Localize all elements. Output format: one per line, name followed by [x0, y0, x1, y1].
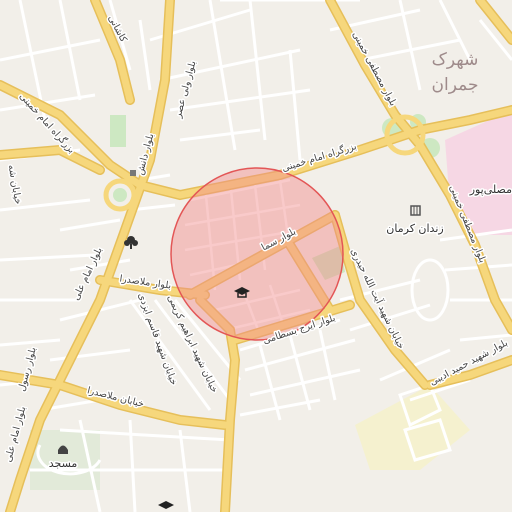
selection-radius[interactable] — [170, 167, 344, 341]
building-icon — [130, 170, 136, 176]
mosque-label: مسجد — [49, 457, 78, 470]
roundabout-park-4 — [113, 188, 127, 202]
park-area — [110, 115, 126, 147]
map-canvas[interactable]: شهرک جمران بزرگراه امام خمینی بزرگراه ام… — [0, 0, 512, 512]
prison-label: زندان کرمان — [386, 222, 443, 235]
map-view[interactable]: شهرک جمران بزرگراه امام خمینی بزرگراه ام… — [0, 0, 512, 512]
hospital-label: مصلی‌پور — [469, 183, 512, 196]
town-label-line2: جمران — [432, 75, 479, 95]
town-label-line1: شهرک — [432, 50, 479, 70]
